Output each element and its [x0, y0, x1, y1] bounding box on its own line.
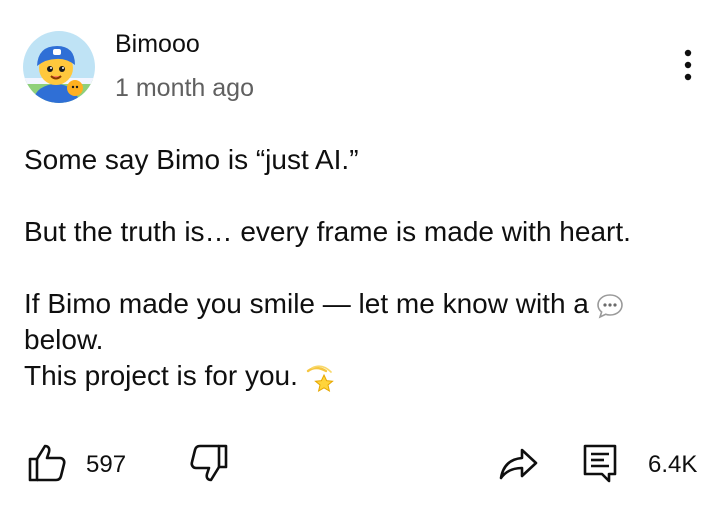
comment-timestamp: 1 month ago	[115, 74, 254, 102]
share-button[interactable]	[498, 440, 540, 490]
reply-count: 6.4K	[648, 451, 698, 478]
comment-line-text: This project is for you.	[24, 360, 298, 391]
more-vertical-icon[interactable]	[676, 48, 700, 82]
comment-line: But the truth is… every frame is made wi…	[24, 216, 631, 247]
comment-line: If Bimo made you smile — let me know wit…	[24, 286, 694, 322]
like-count: 597	[86, 451, 127, 478]
dislike-button[interactable]	[188, 440, 230, 490]
comment-line: This project is for you.	[24, 358, 694, 394]
speech-bubble-emoji	[595, 291, 625, 321]
comment-line: below.	[24, 324, 104, 355]
like-button[interactable]: 597	[26, 440, 126, 490]
comment-card: Bimooo 1 month ago Some say Bimo is “jus…	[0, 0, 720, 506]
comment-text: Some say Bimo is “just AI.” But the trut…	[24, 142, 694, 394]
comments-icon	[580, 442, 620, 489]
thumbs-up-icon	[26, 442, 68, 489]
avatar[interactable]	[22, 30, 96, 104]
replies-button[interactable]: 6.4K	[580, 440, 697, 490]
share-arrow-icon	[498, 442, 540, 489]
avatar-image	[23, 31, 95, 103]
dizzy-star-emoji	[304, 363, 334, 393]
comment-line-text: If Bimo made you smile — let me know wit…	[24, 288, 589, 319]
comment-author[interactable]: Bimooo	[115, 30, 200, 59]
comment-line: Some say Bimo is “just AI.”	[24, 144, 359, 175]
comment-actions: 597 6.4K	[0, 440, 720, 490]
thumbs-down-icon	[188, 442, 230, 489]
